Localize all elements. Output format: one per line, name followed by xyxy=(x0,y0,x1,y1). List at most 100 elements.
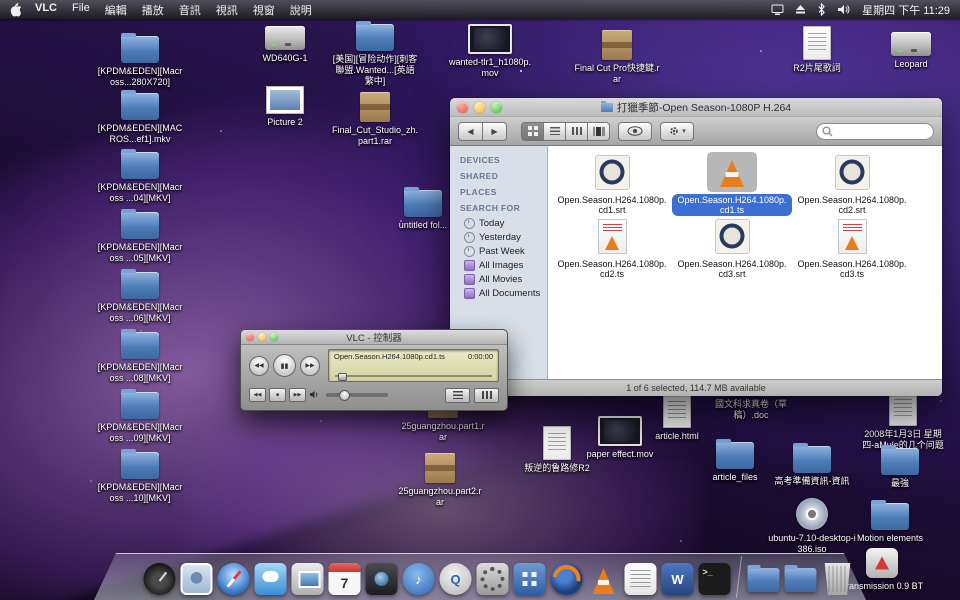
volume-icon[interactable] xyxy=(837,4,851,15)
equalizer-button[interactable] xyxy=(474,388,499,403)
close-button[interactable] xyxy=(457,102,468,113)
desktop-icon[interactable]: [KPDM&EDEN][Macross...280X720] xyxy=(95,36,185,88)
dock-icon[interactable] xyxy=(218,563,250,595)
dock-icon[interactable] xyxy=(477,563,509,595)
forward-button[interactable]: ▶ xyxy=(483,122,507,141)
dock-icon[interactable]: ♪ xyxy=(403,563,435,595)
desktop-icon[interactable]: 高考準備資訊-資訊 xyxy=(767,446,857,487)
desktop-icon[interactable]: Leopard xyxy=(866,32,956,70)
dock-icon[interactable] xyxy=(822,563,854,595)
desktop-icon[interactable]: [KPDM&EDEN][Macross ...08][MKV] xyxy=(95,332,185,384)
desktop-icon[interactable]: Final Cut Pro快捷鍵.rar xyxy=(572,30,662,85)
file-item[interactable]: Open.Season.H264.1080p.cd1.ts xyxy=(672,152,792,216)
dock-icon[interactable] xyxy=(366,563,398,595)
dock-icon[interactable] xyxy=(785,568,817,592)
playlist-button[interactable] xyxy=(445,388,470,403)
file-item[interactable]: Open.Season.H264.1080p.cd3.ts xyxy=(792,216,912,280)
menu-item[interactable]: VLC xyxy=(35,2,57,18)
desktop-icon[interactable]: [美国][冒险动作][刺客聯盟.Wanted...[英語繁中] xyxy=(330,24,420,87)
desktop-icon[interactable]: [KPDM&EDEN][Macross ...05][MKV] xyxy=(95,212,185,264)
minimize-button[interactable] xyxy=(474,102,485,113)
stop-button[interactable]: ■ xyxy=(269,388,286,402)
action-menu-button[interactable]: ▾ xyxy=(660,122,694,141)
menu-item[interactable]: 播放 xyxy=(142,2,164,18)
desktop-icon[interactable]: Final_Cut_Studio_zh.part1.rar xyxy=(330,92,420,147)
desktop-icon[interactable]: R2片尾歌詞 xyxy=(772,26,862,74)
skip-back-button[interactable]: ◀◀ xyxy=(249,388,266,402)
vlc-titlebar[interactable]: VLC - 控制器 xyxy=(241,330,507,345)
desktop-icon[interactable]: [KPDM&EDEN][MACROS...ef1].mkv xyxy=(95,93,185,145)
desktop-icon[interactable]: [KPDM&EDEN][Macross ...06][MKV] xyxy=(95,272,185,324)
menu-item[interactable]: 視窗 xyxy=(253,2,275,18)
finder-titlebar[interactable]: 打獵季節-Open Season-1080P H.264 xyxy=(450,98,942,117)
skip-forward-button[interactable]: ▶▶ xyxy=(289,388,306,402)
dock-icon[interactable] xyxy=(748,568,780,592)
dock-icon[interactable]: 7 xyxy=(329,563,361,595)
desktop-icon[interactable]: WD640G-1 xyxy=(240,26,330,64)
dock-icon[interactable] xyxy=(292,563,324,595)
zoom-button[interactable] xyxy=(491,102,502,113)
quicklook-button[interactable] xyxy=(618,122,652,141)
dock-icon[interactable] xyxy=(551,563,583,595)
dock-icon[interactable] xyxy=(514,563,546,595)
dock-icon[interactable]: >_ xyxy=(699,563,731,595)
file-item[interactable]: Open.Season.H264.1080p.cd3.srt xyxy=(672,216,792,280)
dock-icon[interactable]: Q xyxy=(440,563,472,595)
menu-item[interactable]: 說明 xyxy=(290,2,312,18)
desktop-icon[interactable]: [KPDM&EDEN][Macross ...04][MKV] xyxy=(95,152,185,204)
dock-icon[interactable]: W xyxy=(662,563,694,595)
eject-icon[interactable] xyxy=(795,4,806,15)
sidebar-section-shared[interactable]: SHARED xyxy=(450,168,547,184)
desktop-icon[interactable]: 2008年1月3日 星期四-aMule的几个问题 xyxy=(858,392,948,451)
file-item[interactable]: Open.Season.H264.1080p.cd1.srt xyxy=(552,152,672,216)
sidebar-section-places[interactable]: PLACES xyxy=(450,184,547,200)
desktop-icon[interactable]: 最強 xyxy=(855,448,945,489)
sidebar-item[interactable]: Past Week xyxy=(450,244,547,258)
desktop-icon[interactable]: Picture 2 xyxy=(240,86,330,128)
desktop-icon[interactable]: wanted-tlr1_h1080p.mov xyxy=(445,24,535,79)
volume-slider[interactable] xyxy=(326,393,388,397)
desktop-icon[interactable]: [KPDM&EDEN][Macross ...10][MKV] xyxy=(95,452,185,504)
dock-icon[interactable] xyxy=(144,563,176,595)
sidebar-section-search-for[interactable]: SEARCH FOR xyxy=(450,200,547,216)
seek-slider-thumb[interactable] xyxy=(338,373,347,381)
desktop-icon[interactable]: Motion elements xyxy=(845,503,935,544)
previous-button[interactable]: ◀◀ xyxy=(249,356,269,376)
dock-icon[interactable] xyxy=(255,563,287,595)
play-pause-button[interactable]: ▮▮ xyxy=(273,354,296,377)
column-view-button[interactable] xyxy=(566,122,588,141)
sidebar-item[interactable]: Yesterday xyxy=(450,230,547,244)
display-sync-icon[interactable] xyxy=(771,4,784,16)
zoom-button[interactable] xyxy=(270,333,278,341)
sidebar-item[interactable]: All Movies xyxy=(450,272,547,286)
desktop-icon[interactable]: [KPDM&EDEN][Macross ...09][MKV] xyxy=(95,392,185,444)
minimize-button[interactable] xyxy=(258,333,266,341)
coverflow-view-button[interactable] xyxy=(588,122,610,141)
dock-icon[interactable] xyxy=(588,563,620,595)
dock-icon[interactable] xyxy=(181,563,213,595)
volume-slider-thumb[interactable] xyxy=(339,390,350,401)
menu-item[interactable]: 編輯 xyxy=(105,2,127,18)
sidebar-item[interactable]: All Documents xyxy=(450,286,547,300)
menu-item[interactable]: File xyxy=(72,2,90,18)
seek-slider[interactable] xyxy=(335,372,492,379)
apple-menu-icon[interactable] xyxy=(10,3,23,17)
sidebar-item[interactable]: Today xyxy=(450,216,547,230)
icon-view-button[interactable] xyxy=(521,122,544,141)
search-input[interactable] xyxy=(816,123,934,140)
sidebar-item[interactable]: All Images xyxy=(450,258,547,272)
menu-item[interactable]: 視訊 xyxy=(216,2,238,18)
list-view-button[interactable] xyxy=(544,122,566,141)
sidebar-section-devices[interactable]: DEVICES xyxy=(450,152,547,168)
file-item[interactable]: Open.Season.H264.1080p.cd2.srt xyxy=(792,152,912,216)
desktop-icon[interactable]: 25guangzhou.part2.rar xyxy=(395,453,485,508)
bluetooth-icon[interactable] xyxy=(817,3,826,16)
file-item[interactable]: Open.Season.H264.1080p.cd2.ts xyxy=(552,216,672,280)
back-button[interactable]: ◀ xyxy=(458,122,483,141)
close-button[interactable] xyxy=(246,333,254,341)
menu-bar-clock[interactable]: 星期四 下午 11:29 xyxy=(862,2,950,18)
desktop-icon[interactable]: ubuntu-7.10-desktop-i386.iso xyxy=(767,498,857,555)
dock-icon[interactable] xyxy=(625,563,657,595)
menu-item[interactable]: 音訊 xyxy=(179,2,201,18)
next-button[interactable]: ▶▶ xyxy=(300,356,320,376)
